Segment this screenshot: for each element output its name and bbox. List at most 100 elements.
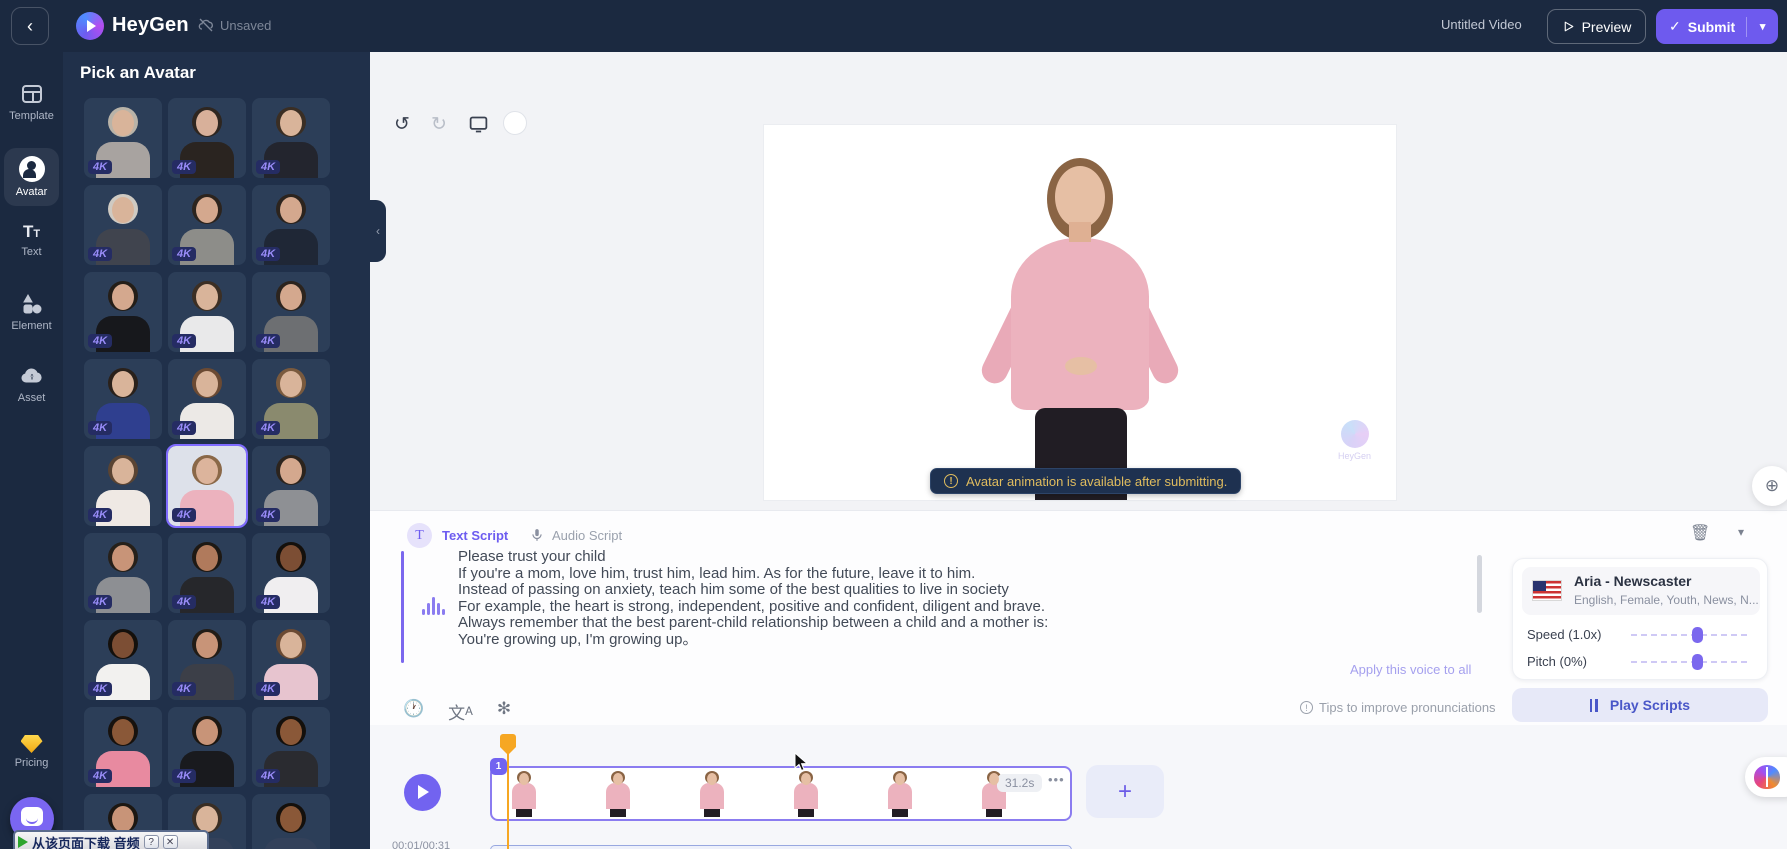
submit-dropdown-chevron-icon[interactable]: ▾ [1747, 20, 1778, 33]
avatar-tile[interactable]: 4K [84, 185, 162, 265]
panel-collapse-handle[interactable]: ‹ [370, 200, 386, 262]
monitor-icon [468, 114, 489, 135]
4k-badge: 4K [88, 595, 112, 609]
speed-slider-thumb[interactable] [1692, 627, 1703, 643]
avatar-tile[interactable]: 4K [252, 98, 330, 178]
back-button[interactable]: ‹ [11, 7, 49, 45]
playhead-handle[interactable] [500, 734, 516, 755]
video-title[interactable]: Untitled Video [1441, 17, 1522, 32]
avatar-tile[interactable]: 4K [84, 707, 162, 787]
sidebar-item-label: Pricing [15, 757, 49, 769]
script-line[interactable]: For example, the heart is strong, indepe… [458, 599, 1468, 616]
play-scripts-button[interactable]: Play Scripts [1512, 688, 1768, 722]
pitch-slider[interactable] [1631, 661, 1749, 663]
avatar-tile[interactable]: 4K [168, 533, 246, 613]
apply-voice-to-all-link[interactable]: Apply this voice to all [1350, 662, 1471, 677]
avatar-tile[interactable]: 4K [252, 359, 330, 439]
script-line[interactable]: If you're a mom, love him, trust him, le… [458, 566, 1468, 583]
script-line[interactable]: Always remember that the best parent-chi… [458, 615, 1468, 632]
p-head [196, 284, 218, 310]
pitch-slider-thumb[interactable] [1692, 654, 1703, 670]
timeline-play-button[interactable] [404, 774, 441, 811]
sidebar-item-pricing[interactable]: Pricing [0, 735, 63, 769]
undo-button[interactable]: ↺ [390, 112, 414, 136]
extension-help-button[interactable]: ? [144, 835, 159, 849]
script-line[interactable]: You're growing up, I'm growing up。 [458, 632, 1468, 649]
avatar-tile[interactable]: 4K [252, 272, 330, 352]
script-scrollbar[interactable] [1477, 555, 1482, 613]
voice-selector[interactable]: Aria - Newscaster English, Female, Youth… [1522, 567, 1760, 615]
sidebar-item-element[interactable]: Element [0, 292, 63, 332]
script-line[interactable]: Please trust your child [458, 549, 1468, 566]
sidebar-item-text[interactable]: TT Text [0, 222, 63, 258]
avatar-tile[interactable]: 4K [252, 446, 330, 526]
redo-button[interactable]: ↻ [427, 112, 451, 136]
sidebar-item-asset[interactable]: Asset [0, 364, 63, 404]
4k-badge: 4K [88, 421, 112, 435]
screen-size-button[interactable] [466, 112, 490, 136]
script-text-editor[interactable]: Please trust your child If you're a mom,… [458, 549, 1468, 649]
avatar-tile[interactable]: 4K [84, 446, 162, 526]
download-extension-bar[interactable]: 从该页面下载 音频 ? ✕ [13, 830, 209, 849]
voice-name: Aria - Newscaster [1574, 573, 1692, 589]
avatar-tile[interactable]: 4K [252, 185, 330, 265]
translate-button[interactable]: 文ᴬ [448, 699, 473, 724]
element-shapes-icon [20, 292, 44, 316]
4k-badge: 4K [256, 421, 280, 435]
p-head [112, 632, 134, 658]
brain-extension-icon [1754, 765, 1780, 789]
video-stage[interactable]: HeyGen [764, 125, 1396, 500]
pronunciation-tips-link[interactable]: ! Tips to improve pronunciations [1300, 700, 1496, 715]
delete-script-button[interactable]: 🗑 [1690, 523, 1710, 543]
sidebar-item-template[interactable]: Template [0, 82, 63, 122]
avatar-tile[interactable]: 4K [84, 98, 162, 178]
avatar-tile[interactable]: 4K [168, 272, 246, 352]
heygen-logo-icon [76, 12, 104, 40]
brand-name: HeyGen [112, 14, 189, 37]
add-scene-button[interactable]: + [1086, 765, 1164, 818]
submit-button[interactable]: ✓ Submit ▾ [1656, 9, 1778, 44]
sidebar-item-avatar[interactable]: Avatar [4, 148, 59, 206]
avatar-tile[interactable]: 4K [84, 359, 162, 439]
avatar-tile[interactable]: 4K [168, 359, 246, 439]
pricing-gem-icon [21, 735, 43, 753]
background-color-swatch[interactable] [503, 111, 527, 135]
chat-smile-icon [21, 807, 43, 826]
stage-avatar-body[interactable] [1011, 238, 1149, 410]
avatar-tile[interactable]: 4K [168, 707, 246, 787]
clip-more-button[interactable]: ••• [1048, 772, 1065, 787]
avatar-tile[interactable]: 4K [168, 98, 246, 178]
waveform-icon[interactable] [422, 597, 445, 615]
p-head [112, 197, 134, 223]
scene-clip[interactable]: 1 31.2s ••• [490, 766, 1072, 821]
avatar-tile[interactable]: 4K [252, 533, 330, 613]
collapse-script-chevron-icon[interactable]: ▾ [1738, 525, 1744, 539]
avatar-tile[interactable]: 4K [252, 707, 330, 787]
avatar-tile[interactable]: 4K [168, 185, 246, 265]
4k-badge: 4K [172, 421, 196, 435]
tab-audio-script[interactable]: Audio Script [530, 527, 622, 543]
avatar-tile[interactable]: 4K [84, 272, 162, 352]
avatar-tile[interactable]: 4K [252, 620, 330, 700]
4k-badge: 4K [88, 508, 112, 522]
4k-badge: 4K [172, 247, 196, 261]
extension-close-button[interactable]: ✕ [163, 835, 178, 849]
browser-extension-pill[interactable] [1745, 757, 1787, 797]
avatar-tile[interactable]: 4K [252, 794, 330, 849]
zoom-in-button[interactable]: ⊕ [1752, 466, 1787, 506]
mouse-cursor [793, 752, 810, 777]
avatar-tile[interactable]: 4K [84, 533, 162, 613]
avatar-tile[interactable]: 4K [84, 620, 162, 700]
duration-clock-button[interactable]: 🕐 [403, 699, 424, 724]
script-line[interactable]: Instead of passing on anxiety, teach him… [458, 582, 1468, 599]
p-head [196, 110, 218, 136]
p-head [280, 719, 302, 745]
avatar-tile-selected[interactable]: 4K [168, 446, 246, 526]
tab-text-script[interactable]: T Text Script [407, 523, 508, 548]
clip-thumbnail [600, 771, 636, 817]
p-head [280, 284, 302, 310]
speed-slider[interactable] [1631, 634, 1749, 636]
preview-button[interactable]: Preview [1547, 9, 1646, 44]
avatar-tile[interactable]: 4K [168, 620, 246, 700]
gpt-assistant-button[interactable]: ✻ [497, 699, 511, 724]
